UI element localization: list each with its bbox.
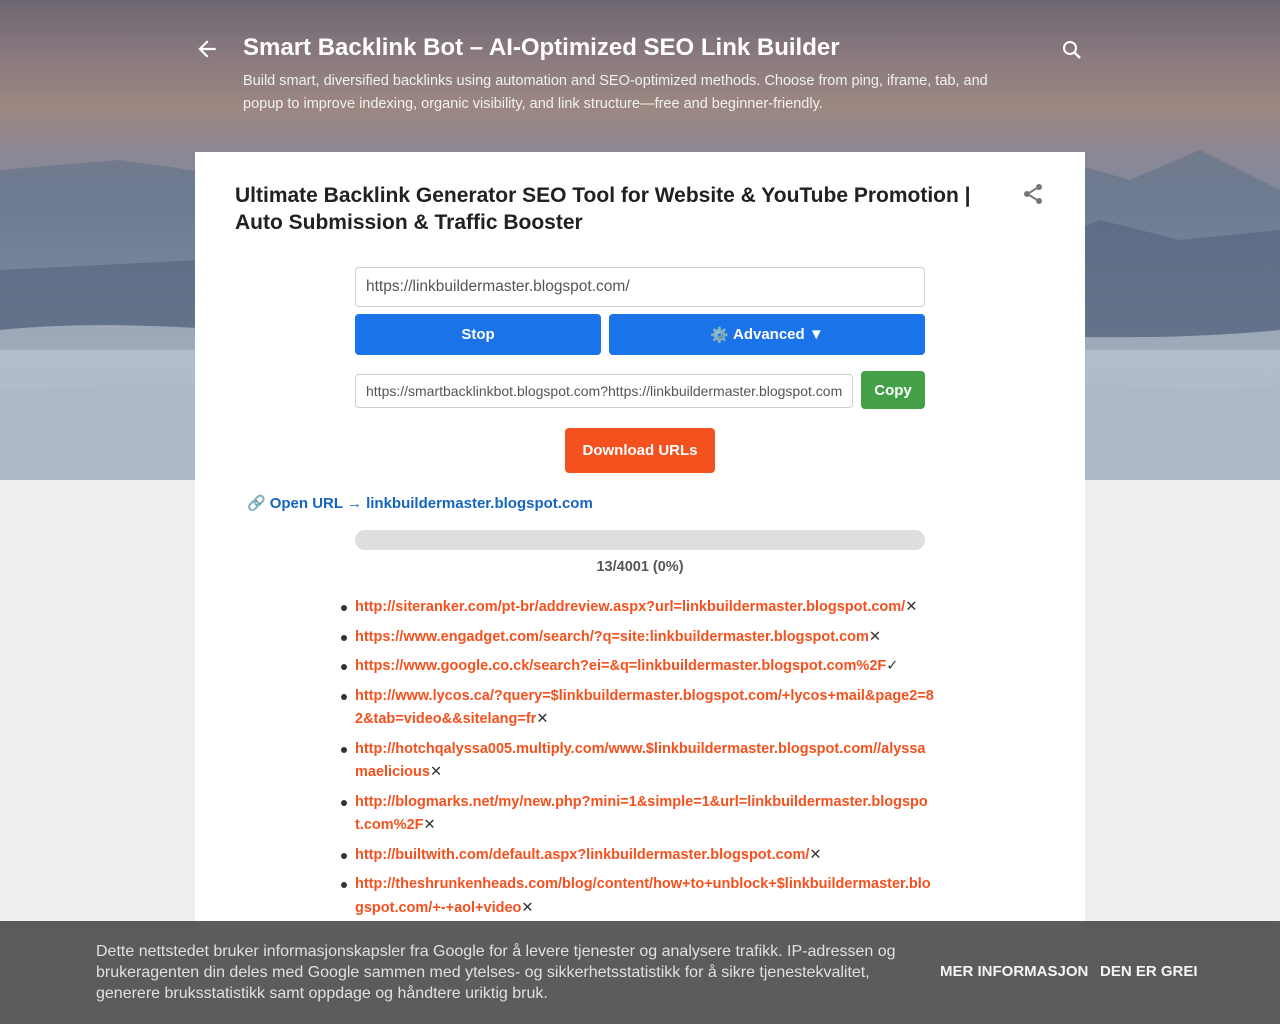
arrow-left-icon: [198, 40, 216, 58]
list-item: http://www.lycos.ca/?query=$linkbuilderm…: [341, 685, 935, 732]
list-item: http://theshrunkenheads.com/blog/content…: [341, 873, 935, 920]
advanced-button[interactable]: ⚙️ Advanced ▼: [609, 314, 925, 355]
share-button[interactable]: [1021, 182, 1045, 206]
status-icon: ✕: [521, 899, 534, 916]
list-item: http://builtwith.com/default.aspx?linkbu…: [341, 844, 935, 868]
back-button[interactable]: [194, 36, 220, 62]
progress-bar: [355, 530, 925, 550]
blog-description: Build smart, diversified backlinks using…: [243, 73, 988, 112]
more-info-button[interactable]: MER INFORMASJON: [940, 963, 1088, 980]
status-icon: ✕: [536, 711, 549, 727]
url-list: http://siteranker.com/pt-br/addreview.as…: [341, 596, 935, 926]
list-item: https://www.google.co.ck/search?ei=&q=li…: [341, 655, 935, 679]
backlink-url-link[interactable]: http://siteranker.com/pt-br/addreview.as…: [355, 599, 905, 615]
generated-url-field[interactable]: [355, 374, 853, 408]
list-item: http://siteranker.com/pt-br/addreview.as…: [341, 596, 935, 620]
copy-button-label: Copy: [874, 381, 912, 399]
cookie-text: Dette nettstedet bruker informasjonskaps…: [96, 943, 896, 1002]
status-icon: ✕: [423, 817, 436, 833]
backlink-url-link[interactable]: http://blogmarks.net/my/new.php?mini=1&s…: [355, 794, 928, 834]
target-url-input[interactable]: [355, 267, 925, 307]
open-url-link[interactable]: 🔗 Open URL → linkbuildermaster.blogspot.c…: [247, 494, 593, 512]
blog-title[interactable]: Smart Backlink Bot – AI-Optimized SEO Li…: [243, 34, 840, 62]
backlink-url-link[interactable]: http://theshrunkenheads.com/blog/content…: [355, 876, 931, 916]
copy-button[interactable]: Copy: [861, 371, 925, 409]
stop-button-label: Stop: [461, 326, 495, 343]
backlink-url-link[interactable]: http://www.lycos.ca/?query=$linkbuilderm…: [355, 688, 934, 728]
status-icon: ✕: [429, 764, 443, 780]
gear-icon: ⚙️: [710, 326, 729, 344]
accept-cookies-button[interactable]: DEN ER GREI: [1100, 963, 1198, 980]
cookie-consent-bar: Dette nettstedet bruker informasjonskaps…: [0, 921, 1280, 1024]
link-icon: 🔗: [247, 495, 266, 512]
open-url-label: Open URL → linkbuildermaster.blogspot.co…: [269, 495, 593, 512]
list-item: http://hotchqalyssa005.multiply.com/www.…: [341, 738, 935, 785]
status-icon: ✕: [905, 599, 918, 615]
advanced-button-label: Advanced ▼: [732, 326, 824, 343]
backlink-url-link[interactable]: http://builtwith.com/default.aspx?linkbu…: [355, 847, 809, 863]
search-button[interactable]: [1060, 38, 1086, 64]
share-icon: [1024, 184, 1042, 204]
stop-button[interactable]: Stop: [355, 314, 601, 355]
download-urls-button[interactable]: Download URLs: [565, 428, 715, 473]
list-item: https://www.engadget.com/search/?q=site:…: [341, 626, 935, 650]
list-item: http://blogmarks.net/my/new.php?mini=1&s…: [341, 791, 935, 838]
progress-text: 13/4001 (0%): [596, 559, 684, 575]
post-card: Ultimate Backlink Generator SEO Tool for…: [195, 152, 1085, 1024]
status-icon: ✕: [868, 628, 882, 645]
post-title: Ultimate Backlink Generator SEO Tool for…: [235, 184, 971, 234]
status-icon: ✓: [886, 658, 899, 674]
backlink-url-link[interactable]: https://www.google.co.ck/search?ei=&q=li…: [355, 658, 886, 674]
backlink-url-link[interactable]: https://www.engadget.com/search/?q=site:…: [355, 629, 869, 645]
status-icon: ✕: [809, 846, 822, 863]
download-button-label: Download URLs: [582, 442, 698, 459]
search-icon: [1063, 41, 1081, 59]
